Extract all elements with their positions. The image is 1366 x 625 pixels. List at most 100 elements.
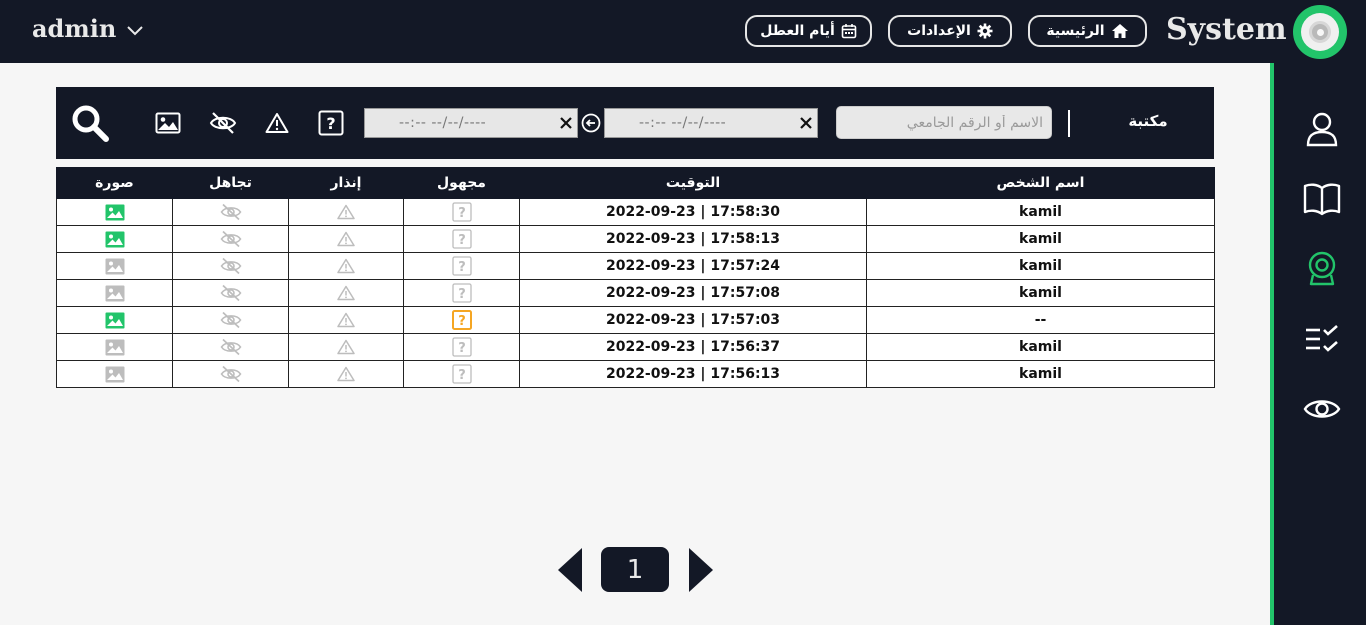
warning-icon[interactable]: [337, 231, 355, 247]
column-header-ignore[interactable]: تجاهل: [172, 167, 289, 199]
filter-bar: ? --:-- --/--/---- --:-- --/--/---- مكتب…: [56, 87, 1214, 159]
cell-unknown: ?: [403, 225, 520, 253]
column-header-name[interactable]: اسم الشخص: [866, 167, 1215, 199]
image-unavailable-icon: [105, 258, 124, 274]
clear-date-to-icon[interactable]: [555, 110, 577, 136]
sidebar: [1270, 63, 1366, 625]
user-menu[interactable]: admin: [32, 14, 144, 43]
cell-image: [56, 333, 173, 361]
column-header-image[interactable]: صورة: [56, 167, 173, 199]
calendar-icon: [841, 24, 857, 39]
table-row[interactable]: ? 2022-09-23 | 17:58:13 kamil: [56, 225, 1215, 253]
table-row[interactable]: ? 2022-09-23 | 17:57:08 kamil: [56, 279, 1215, 307]
date-from-value: --:-- --/--/----: [639, 115, 727, 131]
camera-icon[interactable]: [1302, 249, 1342, 289]
image-unavailable-icon: [105, 285, 124, 301]
question-icon[interactable]: ?: [451, 229, 472, 249]
cell-warning: [288, 279, 404, 307]
search-input[interactable]: [836, 106, 1052, 139]
home-button[interactable]: الرئيسية: [1028, 15, 1147, 47]
image-available-icon[interactable]: [105, 231, 125, 248]
warning-icon[interactable]: [337, 366, 355, 382]
column-header-time[interactable]: التوقيت: [519, 167, 867, 199]
eye-slash-icon[interactable]: [220, 365, 242, 383]
cell-ignore: [172, 252, 289, 280]
checklist-icon[interactable]: [1302, 319, 1342, 359]
eye-slash-icon[interactable]: [220, 284, 242, 302]
date-from-field[interactable]: --:-- --/--/----: [604, 108, 818, 138]
cell-name: kamil: [866, 225, 1215, 253]
next-page-icon[interactable]: [689, 548, 713, 592]
cell-image: [56, 225, 173, 253]
home-label: الرئيسية: [1046, 23, 1105, 39]
eye-slash-icon[interactable]: [220, 230, 242, 248]
holidays-button[interactable]: أيام العطل: [745, 15, 872, 47]
cell-name: kamil: [866, 333, 1215, 361]
image-available-icon[interactable]: [105, 204, 125, 221]
cell-ignore: [172, 360, 289, 388]
cell-image: [56, 279, 173, 307]
eye-slash-icon[interactable]: [207, 107, 239, 139]
gear-icon: [977, 23, 993, 39]
holidays-label: أيام العطل: [760, 23, 835, 39]
cell-time: 2022-09-23 | 17:56:13: [519, 360, 867, 388]
cell-name: kamil: [866, 360, 1215, 388]
column-header-unknown[interactable]: مجهول: [403, 167, 520, 199]
warning-icon[interactable]: [337, 258, 355, 274]
warning-icon[interactable]: [337, 312, 355, 328]
table-row[interactable]: ? 2022-09-23 | 17:56:37 kamil: [56, 333, 1215, 361]
question-icon[interactable]: ?: [451, 202, 472, 222]
user-name: admin: [32, 14, 117, 43]
logo: [1293, 5, 1347, 59]
column-header-warning[interactable]: إنذار: [288, 167, 404, 199]
eye-slash-icon[interactable]: [220, 311, 242, 329]
table-row[interactable]: ? 2022-09-23 | 17:58:30 kamil: [56, 198, 1215, 226]
table-row[interactable]: ? 2022-09-23 | 17:56:13 kamil: [56, 360, 1215, 388]
svg-text:?: ?: [458, 287, 466, 302]
table-row[interactable]: ? 2022-09-23 | 17:57:24 kamil: [56, 252, 1215, 280]
records-table: صورة تجاهل إنذار مجهول التوقيت اسم الشخص…: [56, 167, 1215, 388]
image-available-icon[interactable]: [105, 312, 125, 329]
date-to-field[interactable]: --:-- --/--/----: [364, 108, 578, 138]
book-icon[interactable]: [1302, 179, 1342, 219]
warning-icon[interactable]: [337, 285, 355, 301]
pagination: 1: [558, 547, 714, 593]
question-icon[interactable]: ?: [451, 283, 472, 303]
cell-warning: [288, 225, 404, 253]
svg-text:?: ?: [458, 233, 466, 248]
question-icon[interactable]: ?: [451, 364, 472, 384]
unknown-flag-icon[interactable]: ?: [451, 310, 472, 330]
search-icon[interactable]: [70, 103, 110, 143]
cell-ignore: [172, 333, 289, 361]
eye-slash-icon[interactable]: [220, 203, 242, 221]
cell-ignore: [172, 279, 289, 307]
previous-page-icon[interactable]: [558, 548, 582, 592]
cell-warning: [288, 198, 404, 226]
cell-warning: [288, 333, 404, 361]
chevron-down-icon: [127, 25, 144, 35]
svg-text:?: ?: [326, 114, 335, 133]
warning-icon[interactable]: [337, 204, 355, 220]
date-to-value: --:-- --/--/----: [399, 115, 487, 131]
question-icon[interactable]: ?: [315, 107, 347, 139]
brand-title: System: [1166, 12, 1287, 47]
image-filter-icon[interactable]: [152, 107, 184, 139]
cell-unknown: ?: [403, 279, 520, 307]
svg-text:?: ?: [458, 314, 466, 329]
eye-icon[interactable]: [1302, 389, 1342, 429]
settings-button[interactable]: الإعدادات: [888, 15, 1012, 47]
user-icon[interactable]: [1302, 109, 1342, 149]
warning-icon[interactable]: [261, 107, 293, 139]
clear-date-from-icon[interactable]: [795, 110, 817, 136]
eye-slash-icon[interactable]: [220, 338, 242, 356]
question-icon[interactable]: ?: [451, 337, 472, 357]
cell-warning: [288, 360, 404, 388]
eye-slash-icon[interactable]: [220, 257, 242, 275]
top-header: admin أيام العطل الإعدادات الرئيسية Syst…: [0, 0, 1366, 63]
cell-time: 2022-09-23 | 17:58:30: [519, 198, 867, 226]
question-icon[interactable]: ?: [451, 256, 472, 276]
table-row[interactable]: ? 2022-09-23 | 17:57:03 --: [56, 306, 1215, 334]
current-page[interactable]: 1: [601, 547, 669, 592]
svg-text:?: ?: [458, 368, 466, 383]
warning-icon[interactable]: [337, 339, 355, 355]
